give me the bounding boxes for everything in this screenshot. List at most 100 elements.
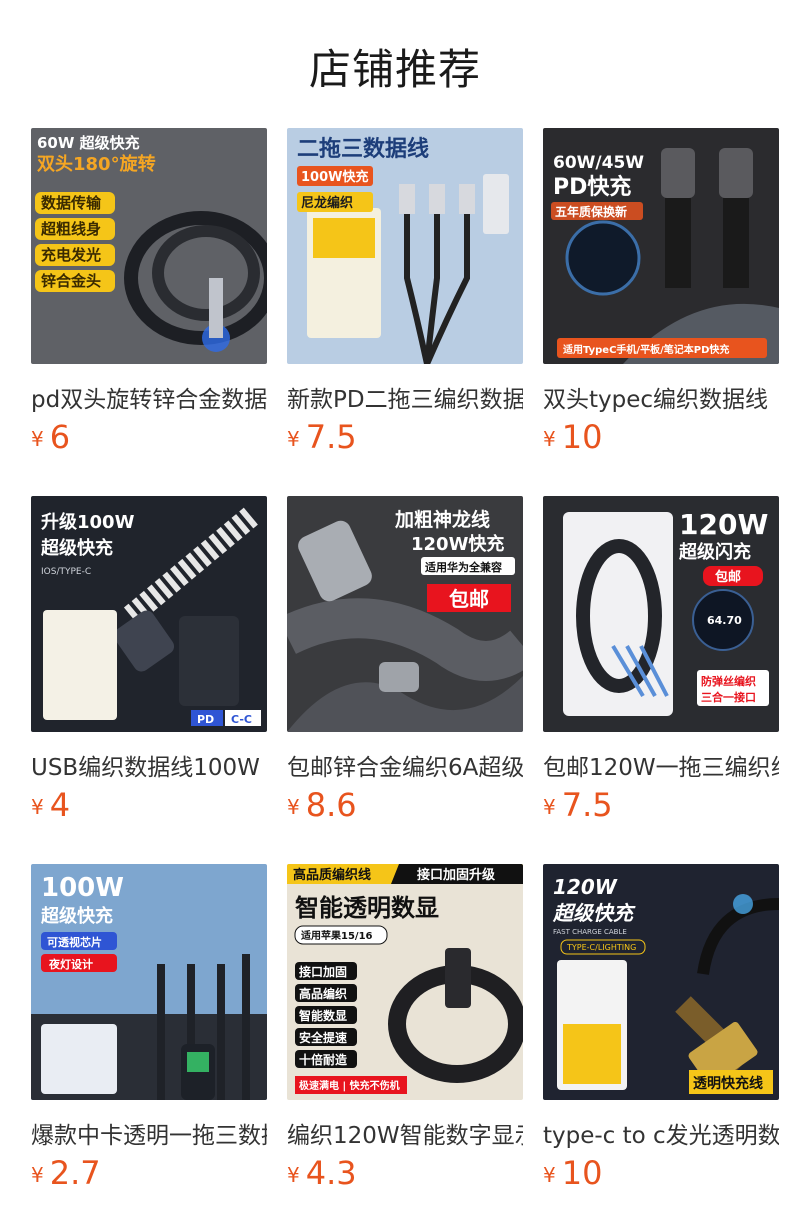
image-text: 适用TypeC手机/平板/笔记本PD快充 bbox=[563, 343, 729, 356]
product-name[interactable]: 爆款中卡透明一拖三数据线 bbox=[31, 1116, 267, 1148]
currency-symbol: ¥ bbox=[31, 1163, 44, 1187]
product-price: ¥7.5 bbox=[543, 786, 613, 824]
product-name[interactable]: 包邮锌合金编织6A超级快充 bbox=[287, 748, 523, 780]
product-name[interactable]: 双头typec编织数据线 bbox=[543, 380, 779, 412]
product-image[interactable]: 高品质编织线 接口加固升级 智能透明数显 适用苹果15/16 接口加固 高品编织 智能数显安… bbox=[287, 864, 523, 1100]
image-text: 透明快充线 bbox=[693, 1075, 763, 1092]
store-recommend-page: 店铺推荐 60W 超级快充 双头180°旋转 数据传输 超粗线身 充电发光 锌合金头 pd双… bbox=[0, 0, 790, 1232]
svg-text:120W快充: 120W快充 bbox=[411, 533, 504, 555]
cable-image: 60W 超级快充双头180°旋转数据传输超粗线身充电发光锌合金头 bbox=[31, 128, 267, 364]
image-text: 数据传输 bbox=[41, 194, 102, 212]
product-name[interactable]: 新款PD二拖三编织数据线 bbox=[287, 380, 523, 412]
image-text: 可透视芯片 bbox=[47, 935, 102, 949]
image-text: 加粗神龙线 bbox=[394, 508, 490, 531]
product-card[interactable]: 60W 超级快充 双头180°旋转 数据传输 超粗线身 充电发光 锌合金头 pd双头旋转锌合… bbox=[31, 128, 267, 458]
svg-text:透明快充线: 透明快充线 bbox=[693, 1075, 763, 1092]
image-text: 升级100W bbox=[41, 511, 135, 533]
cable-image: 高品质编织线 接口加固升级智能透明数显适用苹果15/16 接口加固高品编织智能数显安… bbox=[287, 864, 523, 1100]
svg-text:PD: PD bbox=[197, 713, 214, 726]
image-text: 120W快充 bbox=[411, 533, 504, 555]
svg-text:TYPE-C/LIGHTING: TYPE-C/LIGHTING bbox=[566, 943, 636, 952]
svg-text:超级闪充: 超级闪充 bbox=[679, 541, 751, 563]
product-image[interactable]: 100W 超级快充 可透视芯片 夜灯设计 bbox=[31, 864, 267, 1100]
svg-text:尼龙编织: 尼龙编织 bbox=[301, 195, 353, 211]
product-card[interactable]: 120W 超级闪充 包邮 64.70 防弹丝编织 三合一接口 包邮120W一拖三编织线 ¥7.… bbox=[543, 496, 779, 826]
image-text: 充电发光 bbox=[41, 246, 101, 264]
svg-text:超级快充: 超级快充 bbox=[552, 901, 636, 925]
svg-text:数据传输: 数据传输 bbox=[41, 194, 102, 212]
product-image[interactable]: 加粗神龙线 120W快充 适用华为全兼容 包邮 bbox=[287, 496, 523, 732]
currency-symbol: ¥ bbox=[31, 795, 44, 819]
product-image[interactable]: 120W 超级闪充 包邮 64.70 防弹丝编织 三合一接口 bbox=[543, 496, 779, 732]
cable-image: 60W/45WPD快充五年质保换新适用TypeC手机/平板/笔记本PD快充 bbox=[543, 128, 779, 364]
cable-image: 二拖三数据线 100W快充尼龙编织 bbox=[287, 128, 523, 364]
svg-text:夜灯设计: 夜灯设计 bbox=[48, 957, 93, 971]
product-image[interactable]: 60W 超级快充 双头180°旋转 数据传输 超粗线身 充电发光 锌合金头 bbox=[31, 128, 267, 364]
product-card[interactable]: 升级100W 超级快充 IOS/TYPE-C PD C-C USB编织数据线100W ¥4 bbox=[31, 496, 267, 826]
image-text: C-C bbox=[231, 713, 252, 726]
price-value: 4.3 bbox=[305, 1154, 357, 1192]
svg-text:100W: 100W bbox=[41, 873, 124, 903]
svg-text:智能透明数显: 智能透明数显 bbox=[295, 894, 439, 922]
price-value: 10 bbox=[561, 1154, 603, 1192]
product-name[interactable]: 包邮120W一拖三编织线 bbox=[543, 748, 779, 780]
currency-symbol: ¥ bbox=[31, 427, 44, 451]
svg-text:60W 超级快充: 60W 超级快充 bbox=[37, 134, 140, 152]
svg-text:C-C: C-C bbox=[231, 713, 252, 726]
image-text: 100W bbox=[41, 873, 124, 903]
image-text: 超级闪充 bbox=[679, 541, 751, 563]
currency-symbol: ¥ bbox=[287, 427, 300, 451]
image-text: FAST CHARGE CABLE bbox=[553, 928, 627, 936]
price-value: 7.5 bbox=[561, 786, 613, 824]
image-text: 高品编织 bbox=[299, 986, 347, 1001]
svg-text:可透视芯片: 可透视芯片 bbox=[47, 935, 102, 949]
svg-text:三合一接口: 三合一接口 bbox=[701, 690, 756, 704]
product-name[interactable]: pd双头旋转锌合金数据线 bbox=[31, 380, 267, 412]
product-name[interactable]: type-c to c发光透明数据线 bbox=[543, 1116, 779, 1148]
product-image[interactable]: 120W 超级快充 FAST CHARGE CABLE TYPE-C/LIGHTING… bbox=[543, 864, 779, 1100]
cable-image: 升级100W 超级快充 IOS/TYPE-C PD C-C bbox=[31, 496, 267, 732]
product-name[interactable]: USB编织数据线100W bbox=[31, 748, 267, 780]
price-value: 10 bbox=[561, 418, 603, 456]
svg-text:FAST CHARGE CABLE: FAST CHARGE CABLE bbox=[553, 928, 627, 936]
svg-text:64.70: 64.70 bbox=[707, 614, 742, 627]
product-image[interactable]: 二拖三数据线 100W快充 尼龙编织 bbox=[287, 128, 523, 364]
image-text: 适用苹果15/16 bbox=[301, 929, 373, 942]
image-text: PD bbox=[197, 713, 214, 726]
image-text: 锌合金头 bbox=[41, 272, 101, 290]
price-value: 7.5 bbox=[305, 418, 357, 456]
svg-text:超级快充: 超级快充 bbox=[41, 537, 113, 559]
image-text: 包邮 bbox=[449, 587, 489, 611]
image-text: 60W/45W bbox=[553, 153, 644, 173]
page-title: 店铺推荐 bbox=[308, 45, 481, 94]
svg-text:智能数显: 智能数显 bbox=[298, 1008, 347, 1023]
image-text: 极速满电 | 快充不伤机 bbox=[299, 1079, 400, 1092]
product-price: ¥10 bbox=[543, 1154, 602, 1192]
product-card[interactable]: 二拖三数据线 100W快充 尼龙编织新款PD二拖三编织数据线 ¥7.5 bbox=[287, 128, 523, 458]
price-value: 6 bbox=[49, 418, 71, 456]
product-price: ¥10 bbox=[543, 418, 602, 456]
svg-text:包邮: 包邮 bbox=[715, 569, 741, 585]
currency-symbol: ¥ bbox=[543, 1163, 556, 1187]
image-text: 接口加固升级 bbox=[417, 867, 496, 883]
image-text: 接口加固 bbox=[299, 964, 347, 979]
product-card[interactable]: 100W超级快充可透视芯片夜灯设计爆款中卡透明一拖三数据线 ¥2.7 bbox=[31, 864, 267, 1194]
product-card[interactable]: 加粗神龙线120W快充适用华为全兼容包邮包邮锌合金编织6A超级快充 ¥8.6 bbox=[287, 496, 523, 826]
svg-text:100W快充: 100W快充 bbox=[301, 169, 368, 185]
image-text: 智能数显 bbox=[298, 1008, 347, 1023]
svg-text:接口加固升级: 接口加固升级 bbox=[417, 867, 496, 883]
cable-image: 120W超级快充 FAST CHARGE CABLE TYPE-C/LIGHTING… bbox=[543, 864, 779, 1100]
product-name[interactable]: 编织120W智能数字显示 bbox=[287, 1116, 523, 1148]
image-text: 智能透明数显 bbox=[295, 894, 439, 922]
product-image[interactable]: 60W/45W PD快充 五年质保换新 适用TypeC手机/平板/笔记本PD快充 bbox=[543, 128, 779, 364]
image-text: 高品质编织线 bbox=[293, 867, 371, 883]
svg-text:超粗线身: 超粗线身 bbox=[40, 220, 101, 238]
product-card[interactable]: 高品质编织线 接口加固升级 智能透明数显 适用苹果15/16 接口加固 高品编织 智能数显安… bbox=[287, 864, 523, 1194]
price-value: 2.7 bbox=[49, 1154, 101, 1192]
svg-text:十倍耐造: 十倍耐造 bbox=[299, 1052, 348, 1067]
product-card[interactable]: 60W/45W PD快充 五年质保换新 适用TypeC手机/平板/笔记本PD快充双头t… bbox=[543, 128, 779, 458]
product-image[interactable]: 升级100W 超级快充 IOS/TYPE-C PD C-C bbox=[31, 496, 267, 732]
product-card[interactable]: 120W 超级快充 FAST CHARGE CABLE TYPE-C/LIGHTING… bbox=[543, 864, 779, 1194]
product-price: ¥4.3 bbox=[287, 1154, 357, 1192]
svg-text:适用TypeC手机/平板/笔记本PD快充: 适用TypeC手机/平板/笔记本PD快充 bbox=[563, 343, 729, 356]
